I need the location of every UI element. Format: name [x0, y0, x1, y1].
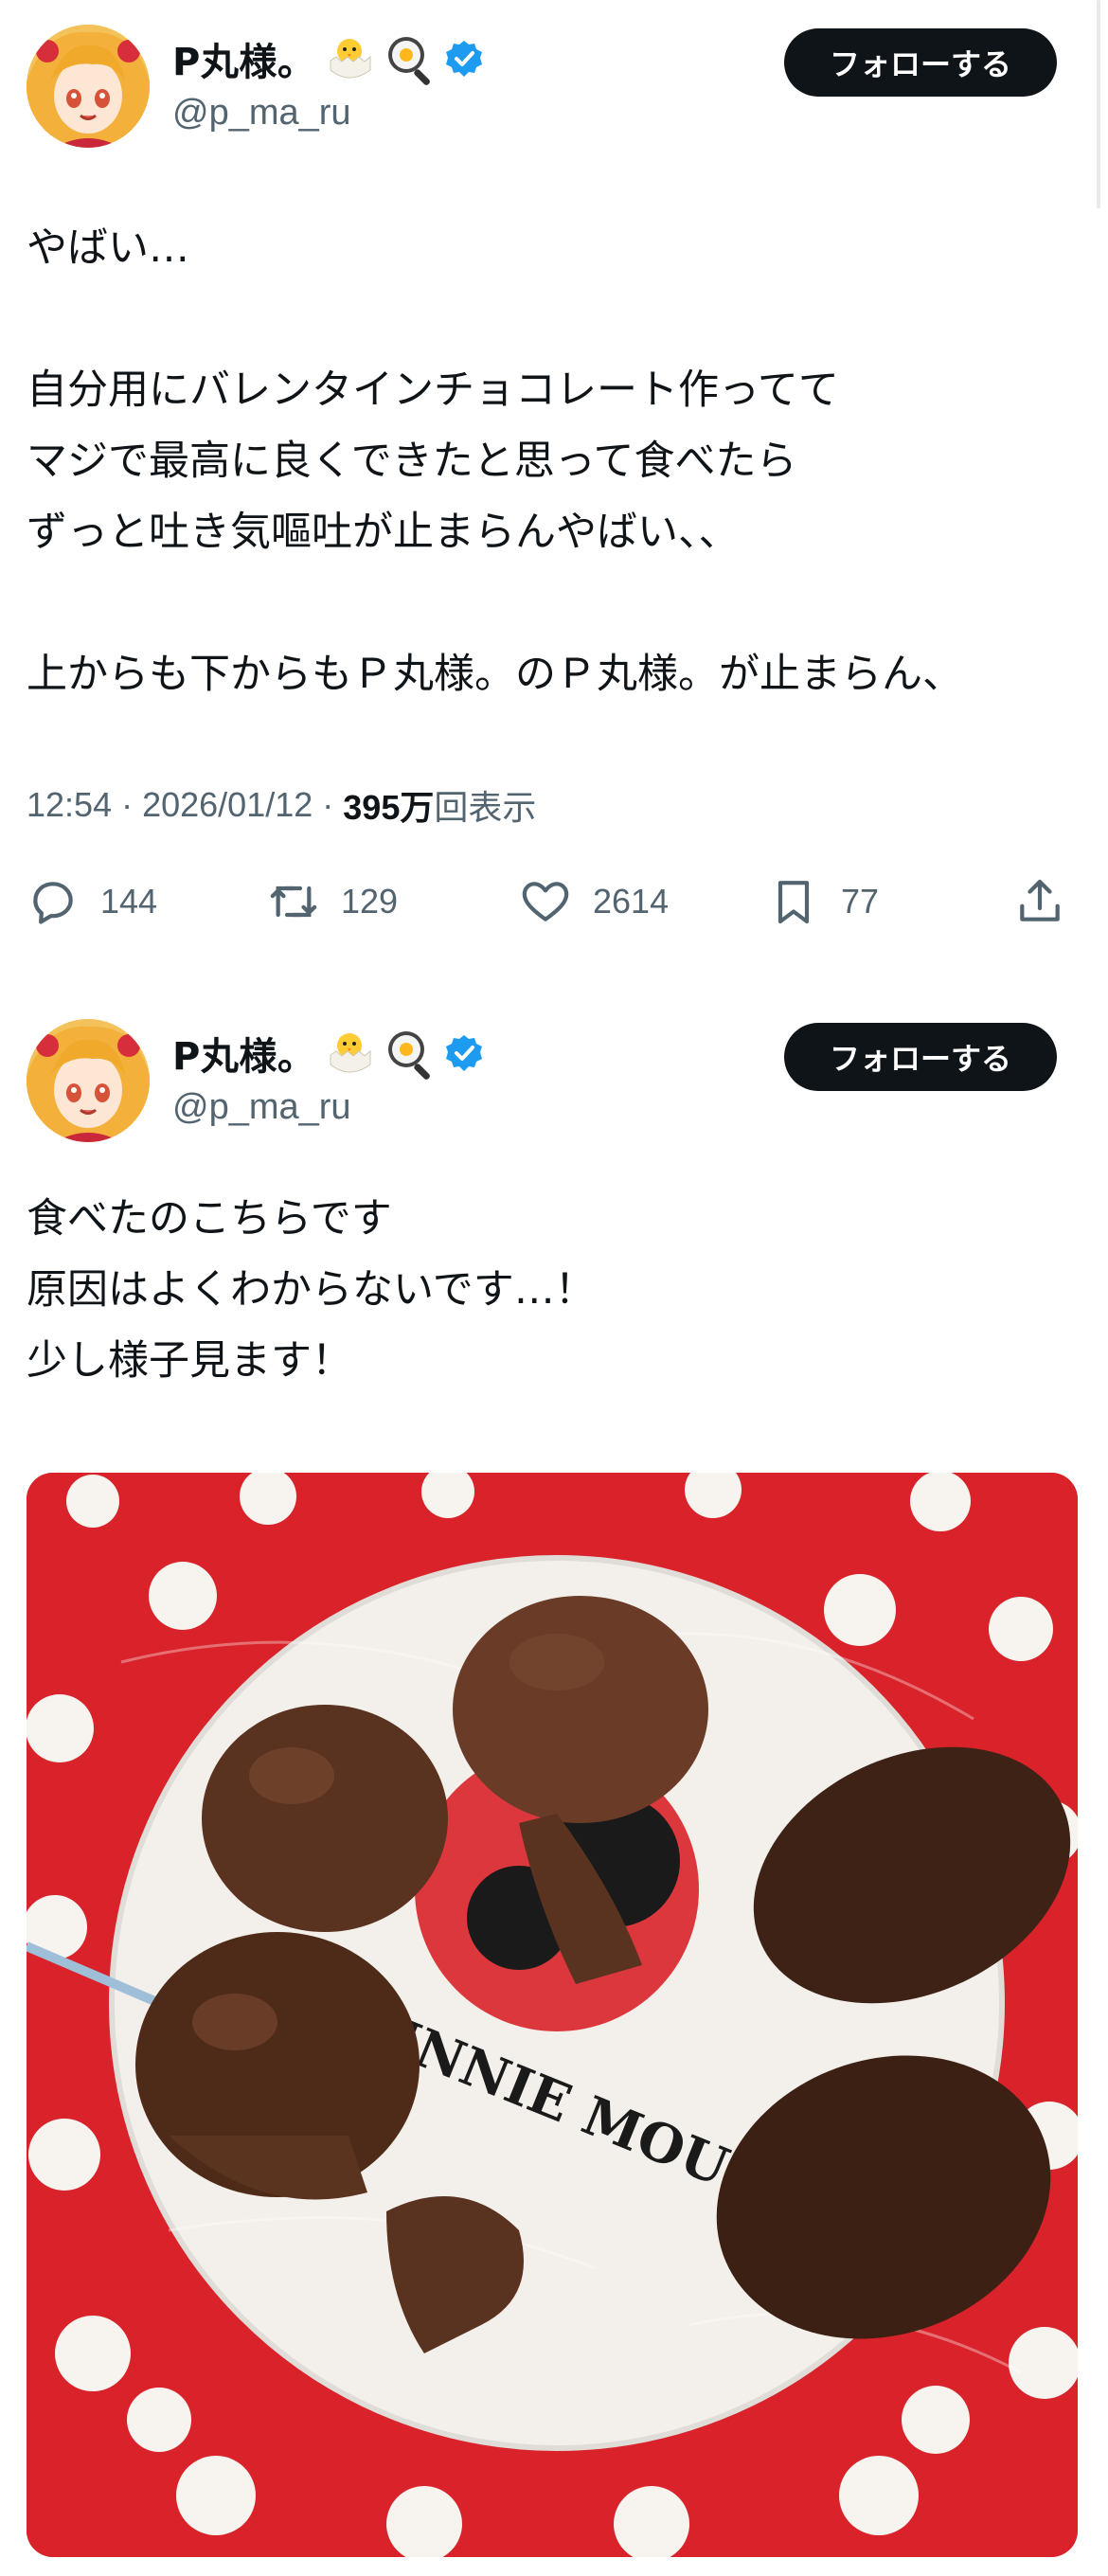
- tweet-text-line: 上からも下からもＰ丸様。のＰ丸様。が止まらん、: [27, 651, 963, 698]
- follow-button[interactable]: フォローする: [784, 1023, 1057, 1091]
- display-name-row: P丸様。: [172, 1025, 484, 1082]
- bookmark-icon: [777, 881, 810, 924]
- avatar[interactable]: [27, 1019, 150, 1142]
- retweet-icon: [270, 886, 317, 918]
- tweet-text-line: 少し様子見ます！: [27, 1337, 352, 1385]
- tweet-text-line: ずっと吐き気嘔吐が止まらんやばい、、: [27, 509, 740, 556]
- display-name[interactable]: P丸様。: [172, 31, 315, 86]
- tweet-header: P丸様。 @p_ma_ru フォローする: [0, 1015, 1108, 1148]
- retweet-button[interactable]: 129: [267, 864, 398, 939]
- views-count: 395万: [343, 788, 435, 827]
- reply-button[interactable]: 144: [27, 864, 157, 939]
- hatching-chick-icon: [323, 32, 376, 85]
- tweet-text-line: 食べたのこちらです: [27, 1195, 392, 1243]
- meta-separator: ·: [121, 785, 134, 824]
- tweet-header: P丸様。 @p_ma_ru フォローする: [0, 21, 1108, 153]
- meta-separator: ·: [322, 785, 334, 824]
- reply-icon: [33, 882, 73, 924]
- fried-egg-pan-icon: [384, 32, 437, 85]
- share-icon: [1020, 879, 1060, 921]
- tweet-text-line: マジで最高に良くできたと思って食べたら: [27, 438, 797, 485]
- bookmark-button[interactable]: 77: [767, 864, 879, 939]
- verified-badge-icon: [444, 1033, 484, 1073]
- bookmark-count: 77: [841, 882, 880, 921]
- tweet-text-blank: [27, 568, 1078, 639]
- display-name-row: P丸様。: [172, 30, 484, 87]
- chocolate-plate-photo: MINNIE MOUSE: [27, 1473, 1078, 2557]
- heart-icon: [522, 882, 569, 921]
- tweet[interactable]: P丸様。: [0, 0, 1108, 966]
- share-button[interactable]: [1013, 864, 1066, 939]
- tweet-text: やばい… 自分用にバレンタインチョコレート作ってて マジで最高に良くできたと思っ…: [27, 213, 1078, 710]
- tweet-text: 食べたのこちらです 原因はよくわからないです…！ 少し様子見ます！: [27, 1184, 1078, 1397]
- tweet-text-line: 原因はよくわからないです…！: [27, 1266, 596, 1314]
- views-label: 回表示: [434, 788, 537, 827]
- display-name[interactable]: P丸様。: [172, 1026, 315, 1081]
- page: P丸様。 @p_ma_ru フォローする やばい… 自分用にバレンタインチョコレ…: [0, 0, 1108, 2576]
- tweet-text-blank: [27, 284, 1078, 355]
- tweet-text-line: やばい…: [27, 224, 189, 272]
- tweet-photo[interactable]: MINNIE MOUSE: [27, 1473, 1078, 2557]
- follow-button[interactable]: フォローする: [784, 28, 1057, 97]
- verified-badge-icon: [444, 39, 484, 79]
- tweet-date[interactable]: 2026/01/12: [142, 785, 313, 825]
- hatching-chick-icon: [323, 1027, 376, 1080]
- action-bar: 144 129 2614 77: [0, 864, 1108, 939]
- reply-count: 144: [100, 882, 158, 921]
- tweet-time[interactable]: 12:54: [27, 785, 112, 825]
- handle[interactable]: @p_ma_ru: [172, 1087, 351, 1128]
- like-count: 2614: [593, 882, 670, 921]
- retweet-count: 129: [341, 882, 399, 921]
- avatar[interactable]: [27, 25, 150, 148]
- like-button[interactable]: 2614: [519, 864, 669, 939]
- tweet[interactable]: P丸様。: [0, 994, 1108, 2576]
- tweet-text-line: 自分用にバレンタインチョコレート作ってて: [27, 367, 839, 414]
- handle[interactable]: @p_ma_ru: [172, 93, 351, 134]
- fried-egg-pan-icon: [384, 1027, 437, 1080]
- tweet-meta: 12:54 · 2026/01/12 · 395万 回表示: [27, 778, 536, 832]
